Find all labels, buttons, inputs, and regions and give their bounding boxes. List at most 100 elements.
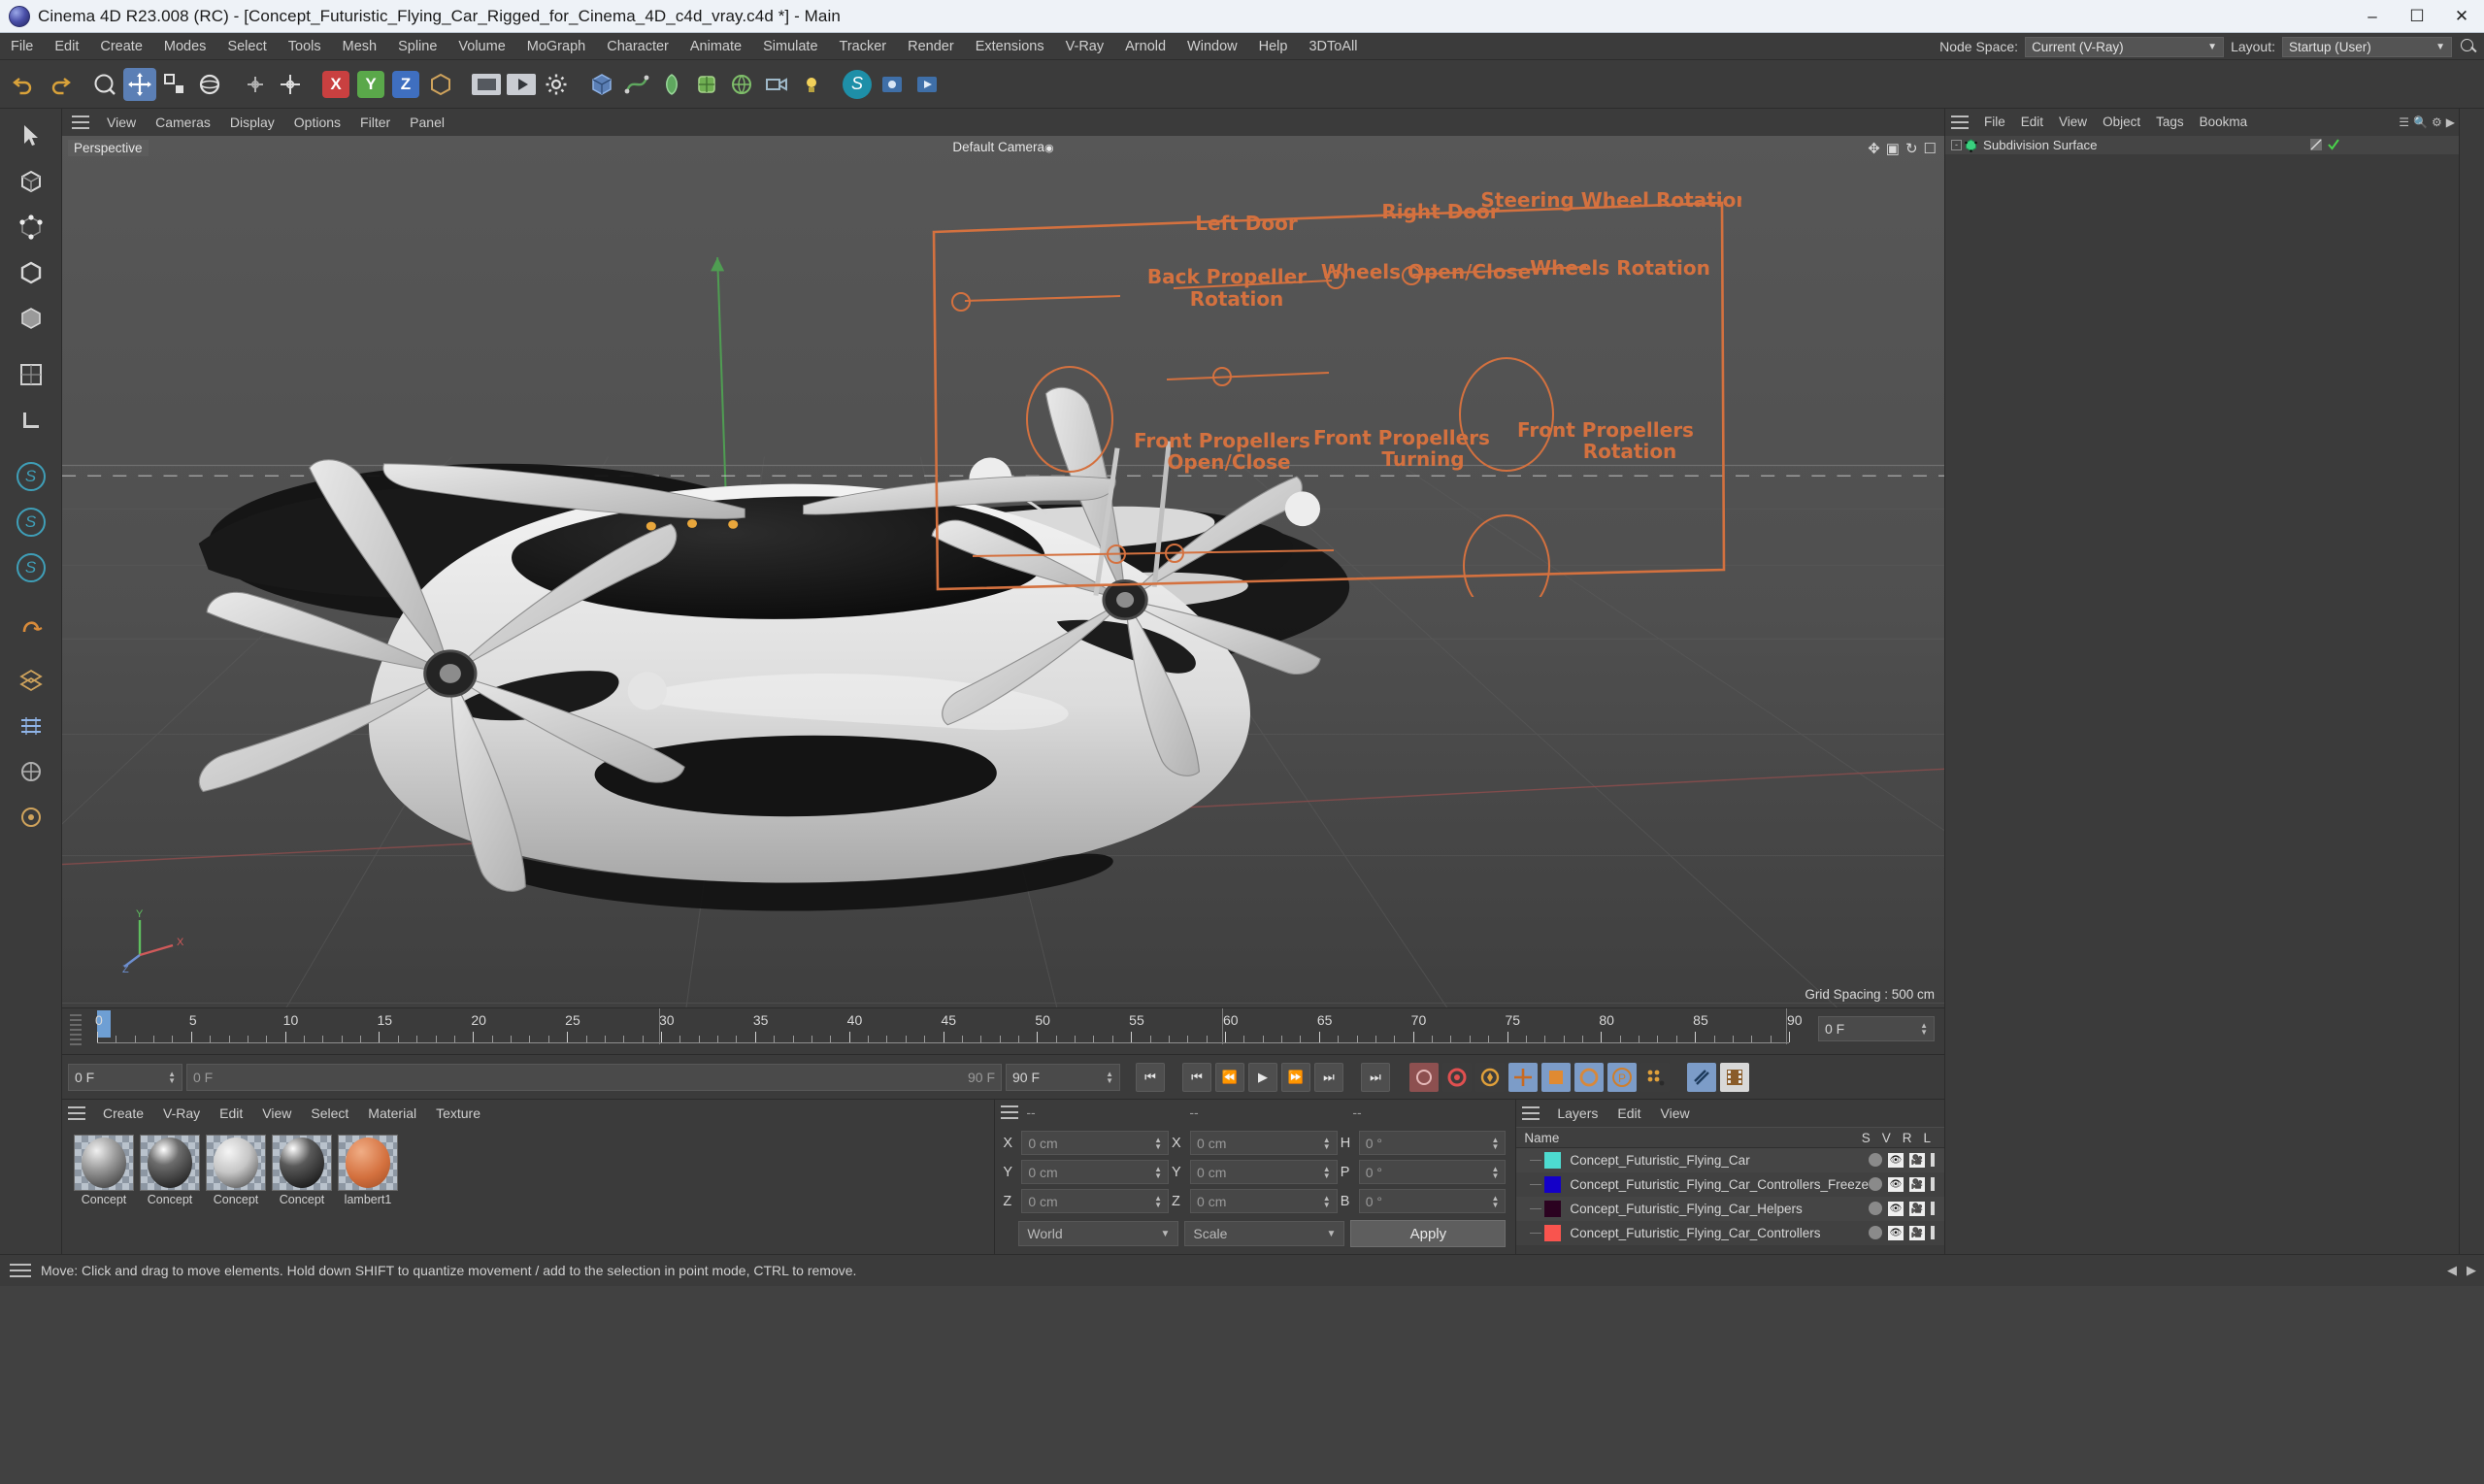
maximize-button[interactable]: ☐	[2395, 0, 2439, 33]
menu-item-simulate[interactable]: Simulate	[752, 33, 828, 60]
sound-icon[interactable]	[1687, 1062, 1716, 1092]
next-icon[interactable]: ▶	[2467, 1263, 2476, 1278]
layer-row[interactable]: Concept_Futuristic_Flying_Car_Controller…	[1516, 1221, 1944, 1245]
layer-visibility-toggle[interactable]: 👁	[1888, 1202, 1904, 1216]
spinner-icon[interactable]: ▲ ▼	[1154, 1165, 1162, 1179]
close-button[interactable]: ✕	[2439, 0, 2484, 33]
material-preview[interactable]	[272, 1135, 332, 1191]
menu-item-character[interactable]: Character	[596, 33, 679, 60]
current-frame-field[interactable]: 0 F ▲ ▼	[1818, 1016, 1935, 1041]
spinner-icon[interactable]: ▲ ▼	[1106, 1070, 1113, 1084]
soft-selection-button[interactable]	[10, 705, 52, 747]
coord-position-field[interactable]: 0 cm ▲ ▼	[1021, 1160, 1170, 1184]
go-to-end-button[interactable]: ⏭	[1361, 1062, 1390, 1092]
x-axis-lock-button[interactable]: X	[319, 68, 352, 101]
material-item[interactable]: Concept	[206, 1135, 266, 1206]
options-icon[interactable]: ⚙	[2432, 115, 2442, 129]
coord-size-field[interactable]: 0 cm ▲ ▼	[1190, 1160, 1338, 1184]
layer-row[interactable]: Concept_Futuristic_Flying_Car 👁 🎥	[1516, 1148, 1944, 1172]
menu-item-v-ray[interactable]: V-Ray	[1055, 33, 1115, 60]
previous-icon[interactable]: ◀	[2447, 1263, 2457, 1278]
end-frame-field[interactable]: 90 F ▲ ▼	[1006, 1063, 1120, 1091]
go-to-next-key-button[interactable]: ⏭	[1314, 1062, 1343, 1092]
tweak-mode-button[interactable]	[10, 659, 52, 702]
node-space-select[interactable]: Current (V-Ray) ▼	[2025, 36, 2225, 57]
spinner-icon[interactable]: ▲ ▼	[1323, 1136, 1331, 1150]
menu-item-mesh[interactable]: Mesh	[332, 33, 387, 60]
timeline-grip[interactable]	[70, 1014, 82, 1045]
perspective-viewport[interactable]: Left Door Right Door Steering Wheel Rotati…	[62, 136, 1944, 1007]
spinner-icon[interactable]: ▲ ▼	[1323, 1194, 1331, 1208]
object-visibility-dots[interactable]	[2327, 138, 2340, 151]
film-icon[interactable]	[1720, 1062, 1749, 1092]
menu-item-mograph[interactable]: MoGraph	[516, 33, 596, 60]
apply-button[interactable]: Apply	[1350, 1220, 1507, 1247]
layer-lock-toggle[interactable]	[1931, 1153, 1935, 1167]
viewport-menu-item-panel[interactable]: Panel	[400, 109, 454, 136]
move-axis-button[interactable]	[274, 68, 307, 101]
material-menu-item-edit[interactable]: Edit	[210, 1100, 252, 1127]
expand-icon[interactable]: ▶	[2446, 115, 2455, 129]
material-menu-item-create[interactable]: Create	[93, 1100, 153, 1127]
viewport-menu-item-display[interactable]: Display	[220, 109, 284, 136]
maximize-view-icon[interactable]: ☐	[1924, 140, 1937, 157]
layer-row[interactable]: Concept_Futuristic_Flying_Car_Helpers 👁 🎥	[1516, 1197, 1944, 1221]
spinner-icon[interactable]: ▲ ▼	[1154, 1194, 1162, 1208]
vray-logo-button[interactable]: S	[841, 68, 874, 101]
menu-item-arnold[interactable]: Arnold	[1114, 33, 1176, 60]
spinner-icon[interactable]: ▲ ▼	[1154, 1136, 1162, 1150]
layer-render-toggle[interactable]: 🎥	[1909, 1226, 1925, 1240]
object-tag-strip[interactable]	[2344, 138, 2459, 152]
step-back-button[interactable]: ⏪	[1215, 1062, 1244, 1092]
pla-keys-icon[interactable]	[1640, 1062, 1670, 1092]
menu-item-modes[interactable]: Modes	[153, 33, 217, 60]
layer-color-swatch[interactable]	[1544, 1152, 1562, 1169]
object-menu-item-object[interactable]: Object	[2095, 109, 2148, 136]
add-spline-button[interactable]	[620, 68, 653, 101]
menu-item-volume[interactable]: Volume	[447, 33, 515, 60]
coord-size-field[interactable]: 0 cm ▲ ▼	[1190, 1189, 1338, 1213]
add-deformer-button[interactable]	[690, 68, 723, 101]
material-menu-item-material[interactable]: Material	[358, 1100, 426, 1127]
object-menu-hamburger-icon[interactable]	[1949, 115, 1971, 130]
undo-button[interactable]	[8, 68, 41, 101]
render-view-button[interactable]	[470, 68, 503, 101]
add-camera-button[interactable]	[760, 68, 793, 101]
scale-view-icon[interactable]: ▣	[1886, 140, 1900, 157]
material-menu-item-select[interactable]: Select	[301, 1100, 358, 1127]
coord-position-field[interactable]: 0 cm ▲ ▼	[1021, 1189, 1170, 1213]
search-icon[interactable]	[2459, 37, 2478, 56]
menu-item-file[interactable]: File	[0, 33, 44, 60]
controller-hud-board[interactable]: Left Door Right DoorSteering Wheel Rotati…	[926, 189, 1741, 597]
layer-solo-toggle[interactable]	[1869, 1177, 1882, 1191]
spinner-icon[interactable]: ▲ ▼	[1920, 1022, 1928, 1037]
add-environment-button[interactable]	[725, 68, 758, 101]
material-menu-item-v-ray[interactable]: V-Ray	[153, 1100, 210, 1127]
snap-button[interactable]: S	[10, 501, 52, 544]
global-local-toggle-button[interactable]	[239, 68, 272, 101]
coord-rotation-field[interactable]: 0 ° ▲ ▼	[1358, 1160, 1507, 1184]
vray-frame-buffer-button[interactable]	[876, 68, 909, 101]
object-mode-button[interactable]	[10, 160, 52, 203]
menu-item-render[interactable]: Render	[897, 33, 965, 60]
minimize-button[interactable]: –	[2350, 0, 2395, 33]
object-row[interactable]: - Subdivision Surface	[1945, 136, 2459, 154]
vray-render-button[interactable]	[911, 68, 944, 101]
layer-visibility-toggle[interactable]: 👁	[1888, 1226, 1904, 1240]
coord-size-field[interactable]: 0 cm ▲ ▼	[1190, 1131, 1338, 1155]
coordinates-menu-hamburger-icon[interactable]	[999, 1105, 1020, 1120]
key-scale-icon[interactable]	[1541, 1062, 1571, 1092]
material-preview[interactable]	[140, 1135, 200, 1191]
texture-mode-button[interactable]	[10, 353, 52, 396]
live-selection-tool-button[interactable]	[88, 68, 121, 101]
record-position-icon[interactable]	[1409, 1062, 1439, 1092]
coord-rotation-field[interactable]: 0 ° ▲ ▼	[1358, 1189, 1507, 1213]
layer-color-swatch[interactable]	[1544, 1176, 1562, 1193]
layer-solo-toggle[interactable]	[1869, 1226, 1882, 1239]
viewport-menu-item-view[interactable]: View	[97, 109, 146, 136]
scale-tool-button[interactable]	[158, 68, 191, 101]
viewport-menu-hamburger-icon[interactable]	[70, 115, 91, 130]
object-menu-item-bookma[interactable]: Bookma	[2192, 109, 2256, 136]
layer-lock-toggle[interactable]	[1931, 1202, 1935, 1215]
material-preview[interactable]	[74, 1135, 134, 1191]
